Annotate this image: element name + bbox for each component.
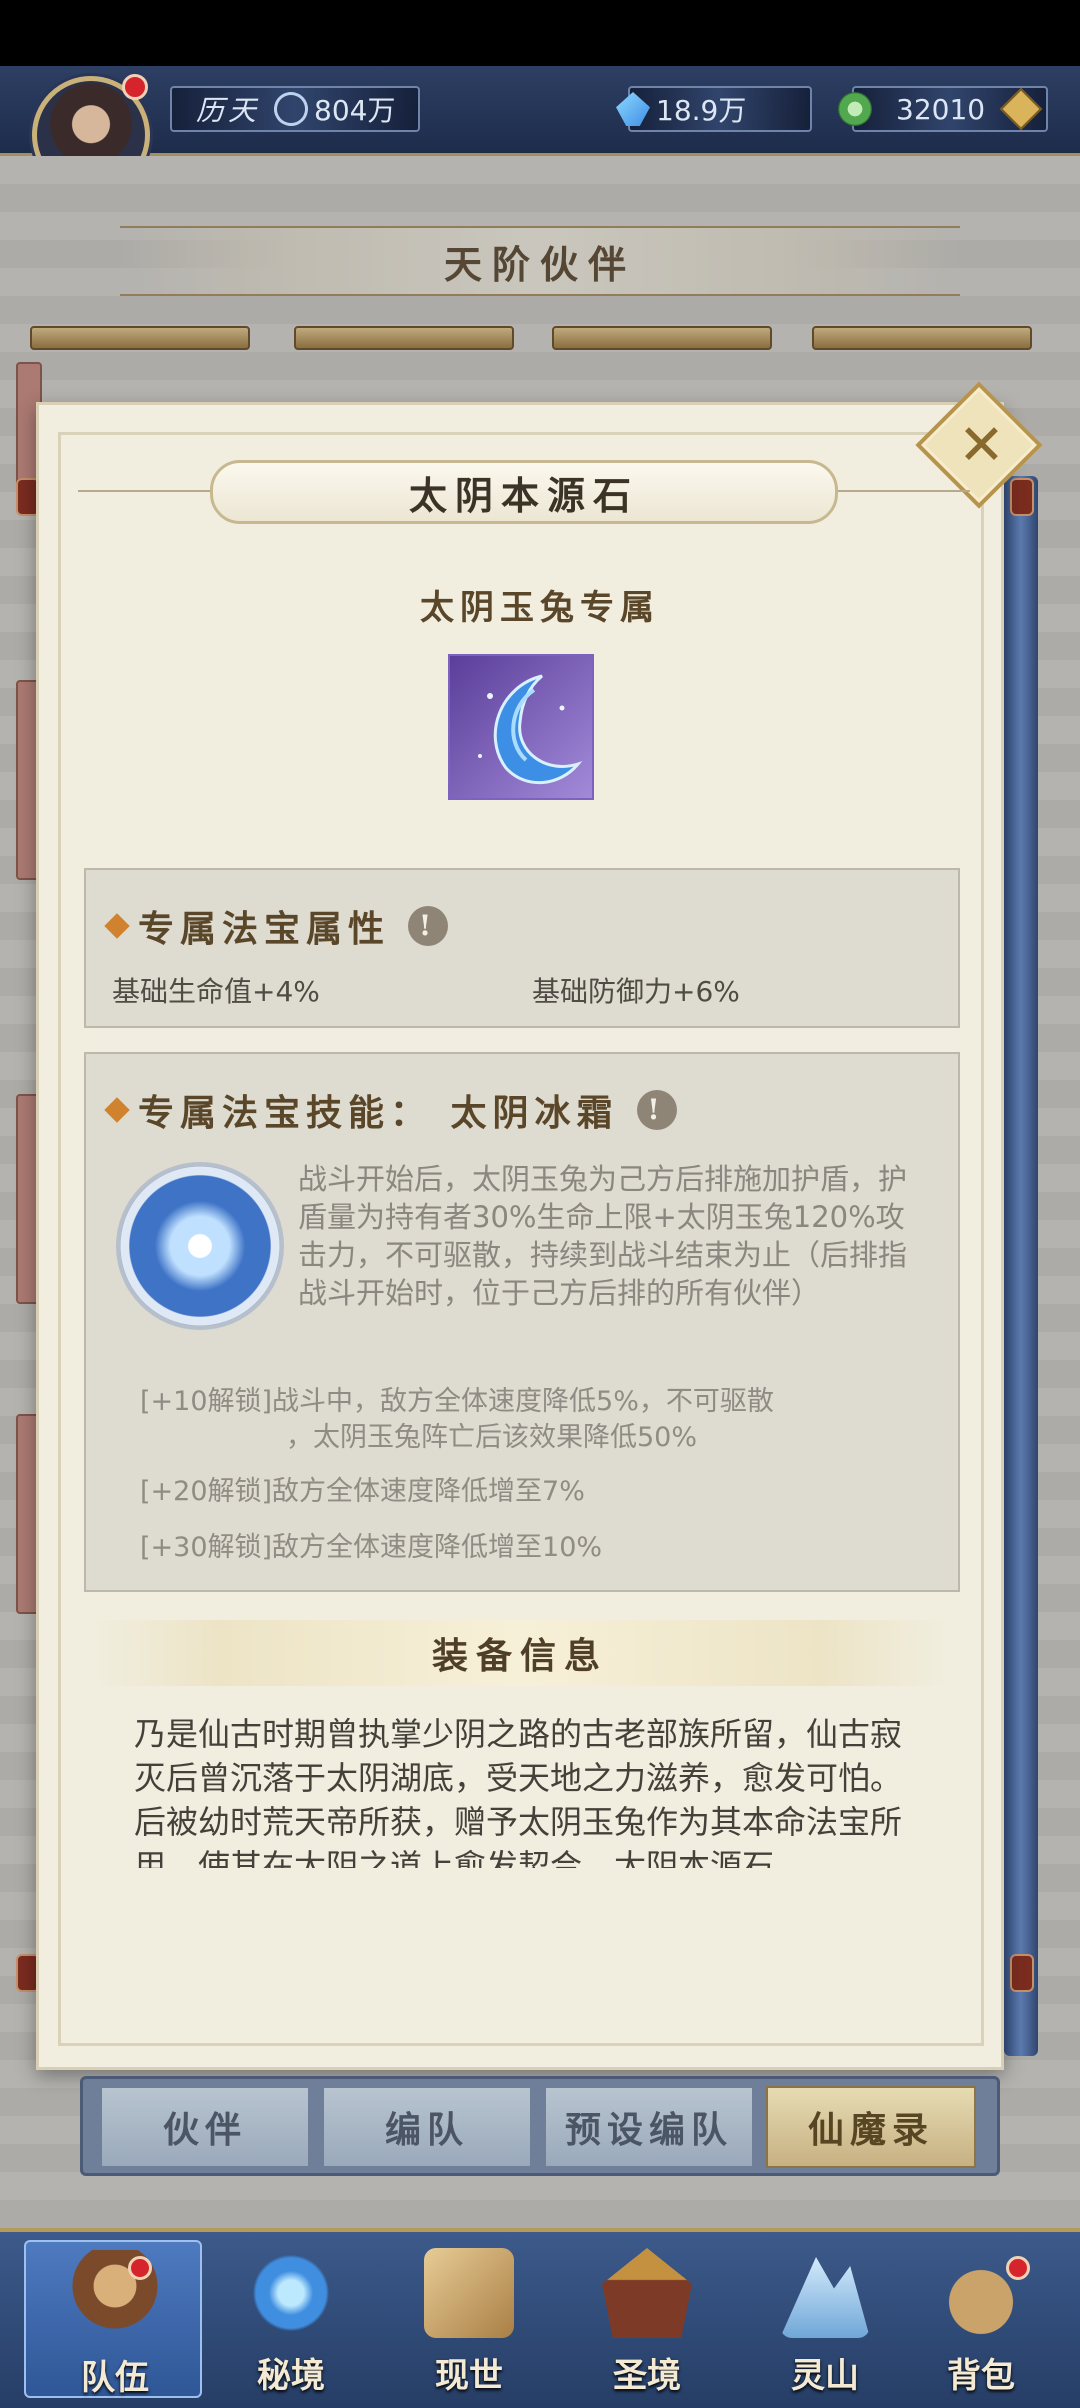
nav-label: 现世 (435, 2356, 503, 2396)
notification-dot (128, 2256, 152, 2280)
tab-partner[interactable]: 伙伴 (100, 2086, 310, 2168)
nav-label: 队伍 (81, 2358, 149, 2398)
unlock-10-text: [+10解锁]战斗中，敌方全体速度降低5%，不可驱散 ，太阴玉兔阵亡后该效果降低… (140, 1384, 940, 1456)
unlock-10-line2: ，太阴玉兔阵亡后该效果降低50% (286, 1422, 698, 1453)
diamond-bullet-icon (104, 913, 130, 939)
nav-backpack[interactable]: 背包 (892, 2240, 1070, 2398)
equipment-info-banner: 装备信息 (90, 1620, 950, 1686)
crystal-value: 18.9万 (656, 94, 747, 127)
tab-formation[interactable]: 编队 (322, 2086, 532, 2168)
title-ornament-right (830, 490, 970, 492)
notification-dot (1006, 2256, 1030, 2280)
moonstone-icon (448, 654, 594, 800)
skill-description: 战斗开始后，太阴玉兔为己方后排施加护盾，护盾量为持有者30%生命上限+太阴玉兔1… (298, 1162, 908, 1310)
nav-secret-realm[interactable]: 秘境 (202, 2240, 380, 2398)
present-world-icon (424, 2248, 514, 2338)
status-bar (0, 0, 1080, 66)
unlock-30-text: [+30解锁]敌方全体速度降低增至10% (140, 1532, 603, 1563)
unlock-20-text: [+20解锁]敌方全体速度降低增至7% (140, 1476, 585, 1507)
tab-label: 预设编队 (564, 2109, 733, 2151)
skill-heading: 专属法宝技能： 太阴冰霜 (138, 1092, 619, 1134)
attributes-heading: 专属法宝属性 (138, 908, 391, 950)
notification-dot (122, 74, 148, 100)
nav-label: 背包 (947, 2356, 1015, 2396)
exclusive-attributes-section: 专属法宝属性 ! 基础生命值+4% 基础防御力+6% (84, 868, 960, 1028)
tab-preset-formation[interactable]: 预设编队 (544, 2086, 754, 2168)
add-jade-button[interactable] (999, 87, 1043, 131)
crystal-currency: 18.9万 (616, 86, 812, 132)
attr-hp: 基础生命值+4% (112, 975, 320, 1008)
jade-icon (838, 92, 872, 126)
item-title-plate: 太阴本源石 (210, 460, 838, 524)
diamond-bullet-icon (104, 1097, 130, 1123)
roller-knob (1010, 478, 1034, 516)
power-value: 804万 (314, 94, 396, 127)
title-ornament-left (78, 490, 218, 492)
nav-team[interactable]: 队伍 (24, 2240, 202, 2398)
spirit-mountain-icon (780, 2257, 870, 2338)
sword-icon (267, 85, 315, 133)
item-name: 太阴本源石 (408, 472, 639, 518)
nav-label: 秘境 (257, 2356, 325, 2396)
attr-defense: 基础防御力+6% (532, 975, 740, 1008)
unlock-10-line1: [+10解锁]战斗中，敌方全体速度降低5%，不可驱散 (140, 1386, 774, 1417)
secret-realm-icon (246, 2248, 336, 2338)
power-display: 历天 804万 (170, 85, 420, 133)
item-owner: 太阴玉兔专属 (420, 588, 660, 628)
tab-label: 伙伴 (162, 2109, 247, 2151)
nav-holy-realm[interactable]: 圣境 (558, 2240, 736, 2398)
tab-label: 仙魔录 (807, 2109, 934, 2151)
jade-value: 32010 (896, 92, 986, 126)
nav-label: 灵山 (791, 2356, 859, 2396)
frost-skill-icon (120, 1166, 280, 1326)
holy-realm-icon (602, 2248, 692, 2338)
roller-knob (1010, 1954, 1034, 1992)
equipment-info-title: 装备信息 (431, 1635, 608, 1677)
close-icon[interactable]: ✕ (958, 418, 1005, 474)
nav-spirit-mountain[interactable]: 灵山 (736, 2240, 914, 2398)
history-label: 历天 (196, 94, 261, 127)
equipment-lore-text[interactable]: 乃是仙古时期曾执掌少阴之路的古老部族所留，仙古寂灭后曾沉落于太阴湖底，受天地之力… (134, 1712, 924, 1868)
info-icon[interactable]: ! (408, 906, 449, 946)
tab-label: 编队 (384, 2109, 469, 2151)
info-icon[interactable]: ! (636, 1090, 677, 1130)
jade-currency: 32010 (838, 86, 1048, 132)
tab-immortal-demon-record[interactable]: 仙魔录 (766, 2086, 976, 2168)
scroll-roller-right (1004, 476, 1038, 2056)
nav-label: 圣境 (613, 2356, 681, 2396)
nav-present-world[interactable]: 现世 (380, 2240, 558, 2398)
